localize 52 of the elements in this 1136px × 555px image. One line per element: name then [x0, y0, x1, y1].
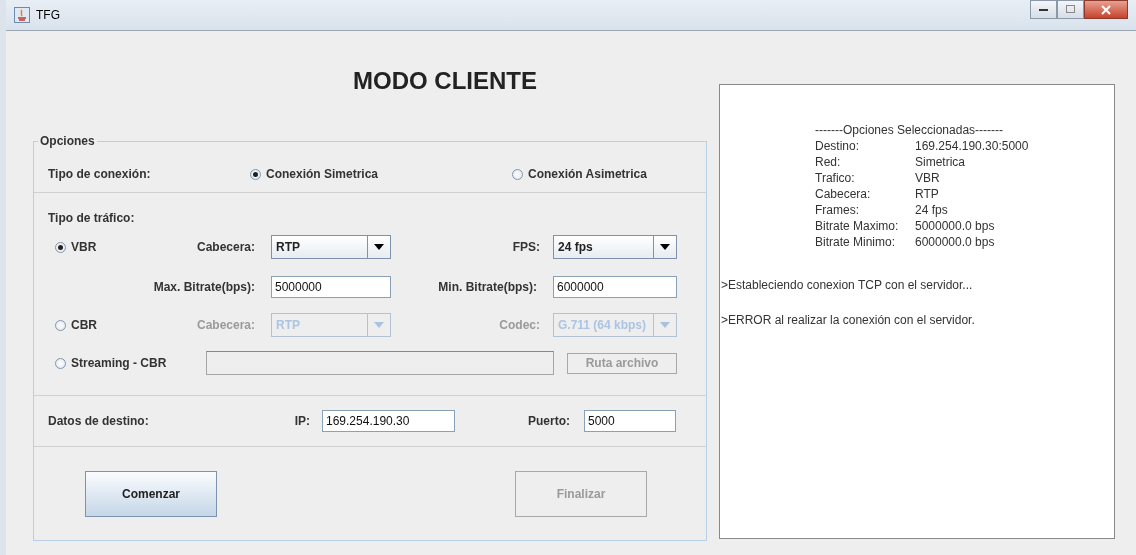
caret-icon: [374, 244, 384, 250]
traffic-label: Tipo de tráfico:: [48, 211, 136, 225]
summary-value: 24 fps: [915, 203, 948, 219]
app-icon: [14, 7, 30, 23]
mode-heading: MODO CLIENTE: [352, 66, 538, 96]
summary-value: 5000000.0 bps: [915, 219, 995, 235]
connection-label: Tipo de conexión:: [48, 167, 152, 181]
summary-key: Destino:: [815, 139, 915, 155]
close-button[interactable]: [1084, 0, 1128, 19]
header-label: Cabecera:: [195, 240, 256, 254]
summary-value: 6000000.0 bps: [915, 235, 995, 251]
destination-label: Datos de destino:: [48, 414, 150, 428]
options-legend: Opciones: [38, 134, 97, 148]
close-icon: [1101, 4, 1111, 15]
vbr-radio[interactable]: VBR: [48, 240, 185, 254]
cbr-radio[interactable]: CBR: [48, 318, 185, 332]
caret-icon: [660, 244, 670, 250]
summary-key: Frames:: [815, 203, 915, 219]
ip-label: IP:: [293, 414, 311, 428]
summary-title: -------Opciones Seleccionadas-------: [815, 123, 1005, 139]
caret-icon: [660, 322, 670, 328]
maximize-icon: [1065, 5, 1076, 14]
header-dropdown[interactable]: RTP: [271, 235, 391, 259]
summary-value: RTP: [915, 187, 939, 203]
summary-key: Trafico:: [815, 171, 915, 187]
summary-value: 169.254.190.30:5000: [915, 139, 1029, 155]
fps-dropdown[interactable]: 24 fps: [553, 235, 677, 259]
summary-key: Bitrate Minimo:: [815, 235, 915, 251]
max-bitrate-label: Max. Bitrate(bps):: [152, 280, 256, 294]
window-title: TFG: [36, 8, 60, 22]
port-label: Puerto:: [527, 414, 571, 428]
summary-key: Cabecera:: [815, 187, 915, 203]
minimize-button[interactable]: [1030, 0, 1057, 19]
start-button[interactable]: Comenzar: [85, 471, 217, 517]
caret-icon: [374, 322, 384, 328]
summary-value: Simetrica: [915, 155, 965, 171]
streaming-radio[interactable]: Streaming - CBR: [48, 356, 206, 370]
summary-value: VBR: [915, 171, 940, 187]
connection-radio[interactable]: Conexión Asimetrica: [512, 167, 647, 181]
min-bitrate-field[interactable]: 6000000: [553, 276, 677, 298]
log-message: >Estableciendo conexion TCP con el servidor...: [720, 278, 974, 294]
ip-field[interactable]: 169.254.190.30: [322, 410, 455, 432]
summary-key: Bitrate Maximo:: [815, 219, 915, 235]
min-bitrate-label: Min. Bitrate(bps):: [437, 280, 538, 294]
max-bitrate-field[interactable]: 5000000: [271, 276, 391, 298]
connection-radio[interactable]: Conexión Simetrica: [250, 167, 512, 181]
port-field[interactable]: 5000: [584, 410, 676, 432]
header-label: Cabecera:: [195, 318, 256, 332]
summary-key: Red:: [815, 155, 915, 171]
codec-label: Codec:: [498, 318, 541, 332]
log-message: >ERROR al realizar la conexión con el servidor.: [720, 313, 976, 329]
fps-label: FPS:: [511, 240, 541, 254]
